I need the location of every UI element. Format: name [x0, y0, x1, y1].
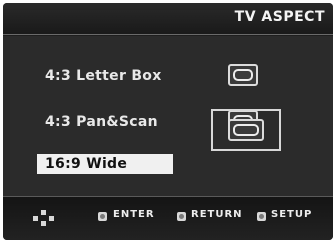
option-16-9-wide[interactable]: 16:9 Wide — [37, 154, 173, 174]
return-button-icon — [177, 212, 186, 221]
dpad-icon — [33, 210, 55, 226]
setup-label: SETUP — [271, 209, 313, 220]
tv-aspect-menu: TV ASPECT 4:3 Letter Box 4:3 Pan&Scan 16… — [3, 3, 333, 240]
menu-title: TV ASPECT — [234, 9, 325, 25]
header-bar: TV ASPECT — [3, 3, 333, 35]
option-4-3-letter-box[interactable]: 4:3 Letter Box — [45, 68, 162, 84]
enter-button-icon — [98, 212, 107, 221]
return-label: RETURN — [191, 209, 243, 220]
setup-button-icon — [257, 212, 266, 221]
tv-4-3-icon — [228, 64, 258, 86]
tv-16-9-icon — [228, 119, 264, 141]
option-4-3-pan-scan[interactable]: 4:3 Pan&Scan — [45, 114, 158, 130]
footer-bar: ENTER RETURN SETUP — [3, 196, 333, 240]
selection-frame — [211, 109, 281, 151]
menu-content: 4:3 Letter Box 4:3 Pan&Scan 16:9 Wide — [3, 36, 333, 196]
enter-label: ENTER — [113, 209, 155, 220]
